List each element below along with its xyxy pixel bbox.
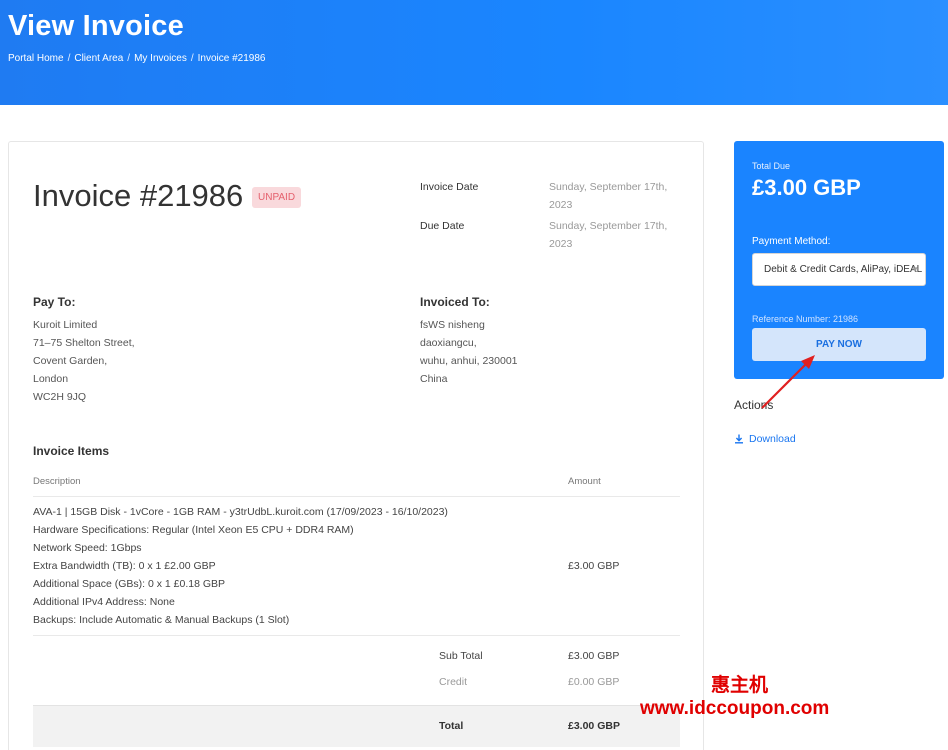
- invoice-title: Invoice #21986: [33, 178, 244, 213]
- line-item-description: AVA-1 | 15GB Disk - 1vCore - 1GB RAM - y…: [33, 503, 448, 629]
- sub-total-label: Sub Total: [439, 650, 483, 662]
- divider: [33, 496, 680, 497]
- page-header: View Invoice Portal Home / Client Area /…: [0, 0, 948, 105]
- address-line: Covent Garden,: [33, 355, 108, 367]
- breadcrumb-my-invoices[interactable]: My Invoices: [134, 53, 187, 64]
- sub-total-value: £3.00 GBP: [568, 650, 620, 662]
- pay-to-heading: Pay To:: [33, 295, 76, 309]
- column-header-description: Description: [33, 476, 81, 487]
- invoice-items-heading: Invoice Items: [33, 444, 110, 458]
- total-due-label: Total Due: [752, 161, 791, 171]
- page-title: View Invoice: [8, 10, 184, 42]
- download-label: Download: [749, 433, 796, 445]
- due-date-value: Sunday, September 17th, 2023: [549, 220, 668, 250]
- payment-method-label: Payment Method:: [752, 236, 831, 247]
- pay-to-address: Kuroit Limited 71–75 Shelton Street, Cov…: [33, 316, 135, 406]
- breadcrumb-client-area[interactable]: Client Area: [74, 53, 123, 64]
- breadcrumb: Portal Home / Client Area / My Invoices …: [8, 53, 265, 64]
- payment-panel: Total Due £3.00 GBP Payment Method: Debi…: [734, 141, 944, 379]
- line-item-text: Backups: Include Automatic & Manual Back…: [33, 614, 290, 626]
- watermark-title: 惠主机: [711, 675, 769, 696]
- download-icon: [735, 434, 743, 444]
- invoice-card: Invoice #21986 UNPAID Invoice Date Sunda…: [8, 141, 704, 750]
- download-link[interactable]: Download: [734, 433, 796, 445]
- breadcrumb-current: Invoice #21986: [197, 53, 266, 64]
- divider: [33, 635, 680, 636]
- reference-number: Reference Number: 21986: [752, 314, 859, 324]
- column-header-amount: Amount: [568, 476, 601, 487]
- invoice-date-value: Sunday, September 17th, 2023: [549, 181, 668, 211]
- total-value: £3.00 GBP: [568, 720, 620, 732]
- pay-now-button[interactable]: PAY NOW: [752, 328, 926, 361]
- payment-method-select[interactable]: Debit & Credit Cards, AliPay, iDEAL ▼: [752, 253, 926, 286]
- credit-label: Credit: [439, 676, 468, 688]
- watermark-url: www.idccoupon.com: [640, 698, 830, 719]
- breadcrumb-separator: /: [190, 53, 194, 64]
- address-line: 71–75 Shelton Street,: [33, 337, 135, 349]
- line-item-text: Additional IPv4 Address: None: [33, 596, 175, 608]
- actions-heading: Actions: [734, 398, 774, 412]
- line-item-text: Hardware Specifications: Regular (Intel …: [33, 524, 354, 536]
- invoiced-to-heading: Invoiced To:: [420, 295, 490, 309]
- address-line: WC2H 9JQ: [33, 391, 87, 403]
- total-row: Total £3.00 GBP: [33, 705, 680, 747]
- total-label: Total: [439, 720, 464, 732]
- chevron-down-icon: ▼: [911, 265, 919, 274]
- address-line: fsWS nisheng: [420, 319, 485, 331]
- line-item-text: Additional Space (GBs): 0 x 1 £0.18 GBP: [33, 578, 226, 590]
- payment-method-value: Debit & Credit Cards, AliPay, iDEAL: [764, 264, 923, 275]
- breadcrumb-separator: /: [67, 53, 71, 64]
- line-item-text: AVA-1 | 15GB Disk - 1vCore - 1GB RAM - y…: [33, 506, 448, 518]
- line-item-text: Extra Bandwidth (TB): 0 x 1 £2.00 GBP: [33, 560, 216, 572]
- total-due-amount: £3.00 GBP: [752, 175, 861, 200]
- address-line: daoxiangcu,: [420, 337, 477, 349]
- line-item-amount: £3.00 GBP: [568, 560, 620, 572]
- breadcrumb-separator: /: [127, 53, 131, 64]
- address-line: Kuroit Limited: [33, 319, 98, 331]
- credit-value: £0.00 GBP: [568, 676, 620, 688]
- due-date-label: Due Date: [420, 220, 465, 232]
- address-line: London: [33, 373, 69, 385]
- breadcrumb-portal-home[interactable]: Portal Home: [8, 53, 64, 64]
- invoice-date-label: Invoice Date: [420, 181, 479, 193]
- address-line: wuhu, anhui, 230001: [420, 355, 518, 367]
- address-line: China: [420, 373, 448, 385]
- status-badge: UNPAID: [252, 187, 302, 208]
- invoiced-to-address: fsWS nisheng daoxiangcu, wuhu, anhui, 23…: [420, 316, 518, 388]
- line-item-text: Network Speed: 1Gbps: [33, 542, 142, 554]
